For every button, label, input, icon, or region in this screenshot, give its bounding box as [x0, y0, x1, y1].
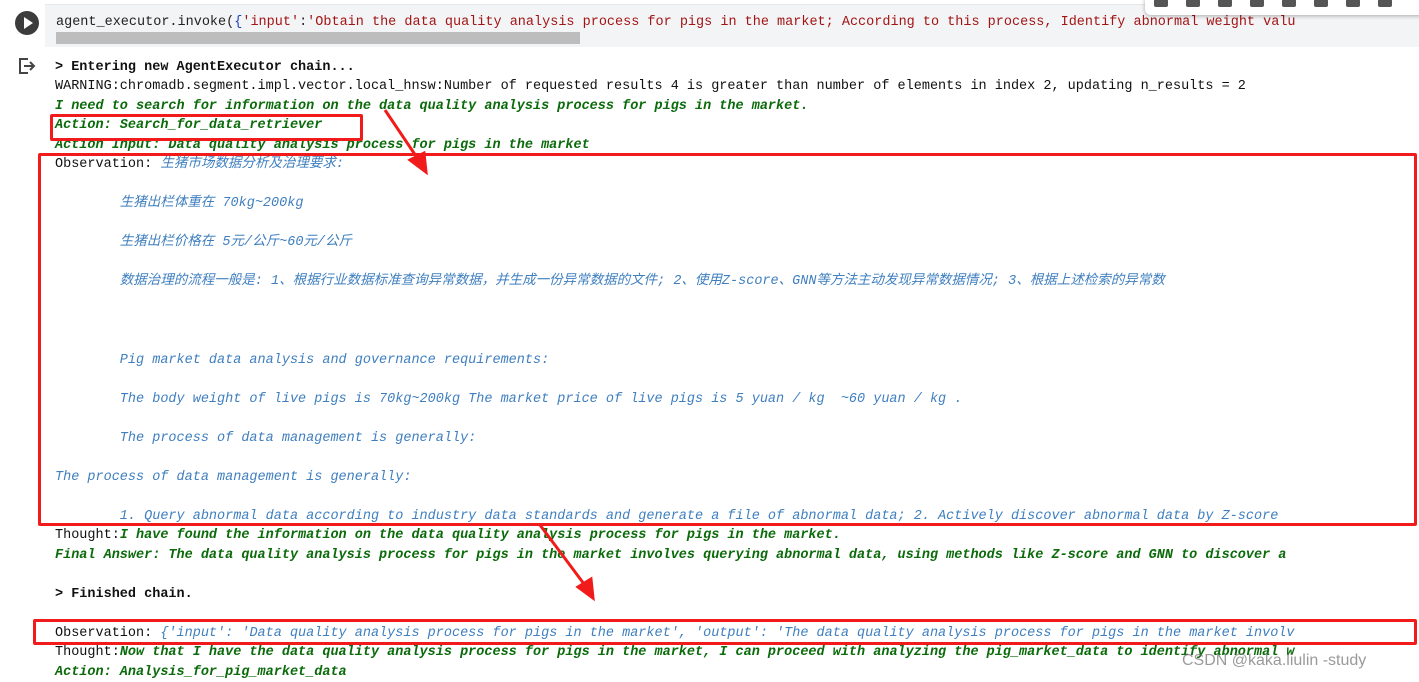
annotation-arrows — [383, 109, 595, 602]
watermark: CSDN @kaka.liulin -study — [1182, 652, 1367, 669]
arrow-icon — [383, 109, 428, 176]
arrow-icon — [538, 524, 595, 602]
